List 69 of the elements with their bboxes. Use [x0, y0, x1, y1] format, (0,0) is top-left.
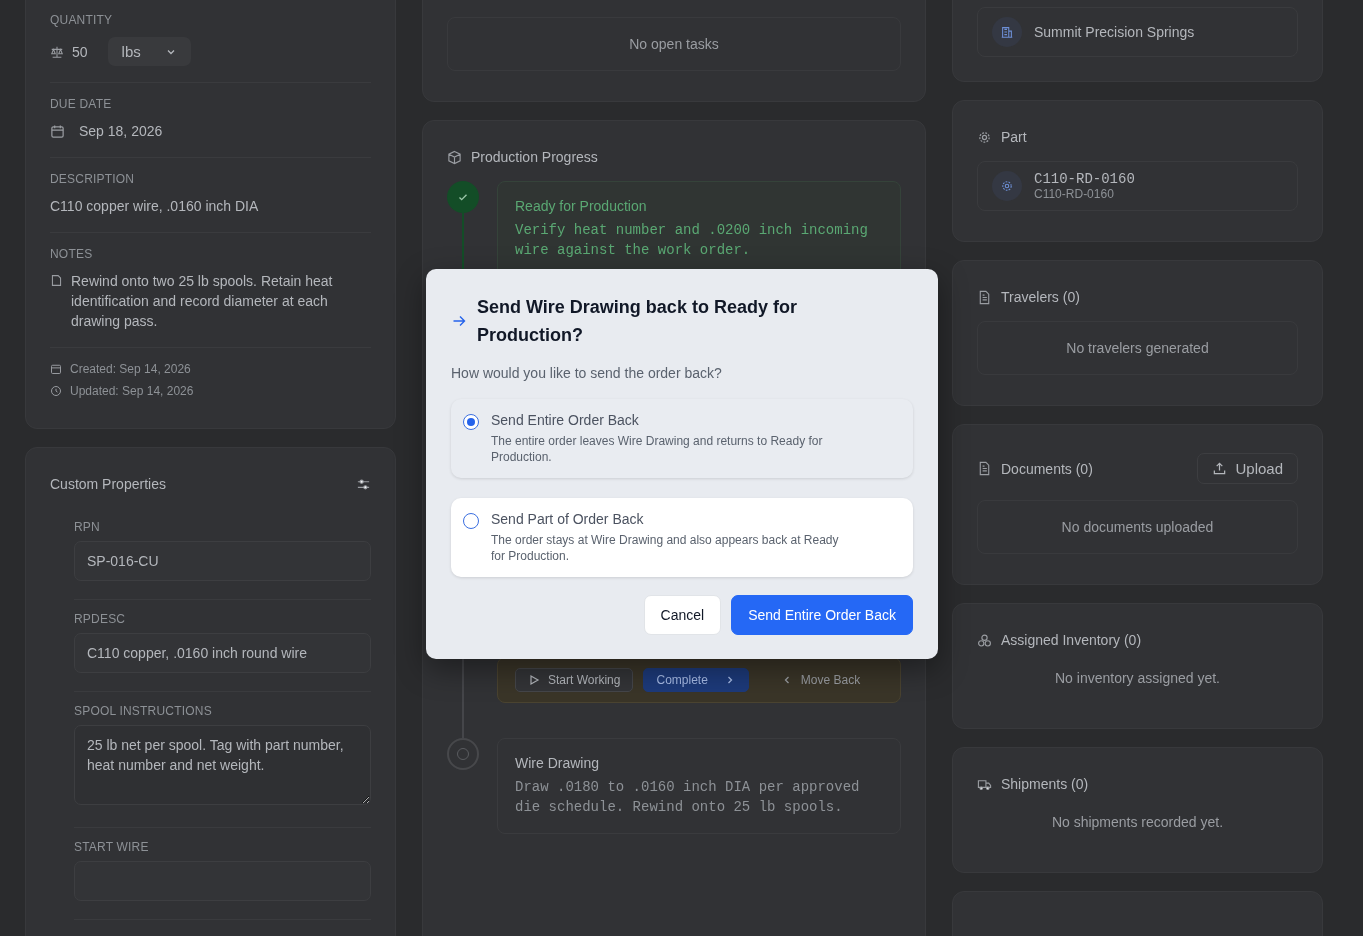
empty-state: No inventory assigned yet.: [1054, 669, 1221, 688]
option-description: The entire order leaves Wire Drawing and returns to Ready for Production.: [491, 433, 824, 465]
card-title: Travelers (0): [1001, 289, 1080, 305]
confirm-button[interactable]: Send Entire Order Back: [731, 595, 913, 635]
cube-icon: [447, 149, 462, 165]
due-date-value: Sep 18, 2026: [79, 122, 163, 141]
start-button[interactable]: Start Working: [515, 668, 634, 692]
field-label: QUANTITY: [50, 13, 114, 27]
dialog-prompt: How would you like to send the order back?: [451, 365, 723, 381]
option-description: The order stays at Wire Drawing and also appears back at Ready for Production.: [491, 532, 840, 564]
card-title: Custom Properties: [50, 476, 166, 492]
note-icon: [50, 274, 63, 287]
field-label: START WIRE: [74, 840, 150, 854]
upload-button[interactable]: Upload: [1197, 453, 1298, 484]
field-label: RPDESC: [74, 612, 127, 626]
gear-icon: [977, 129, 992, 145]
notes-text: Rewind onto two 25 lb spools. Retain heat identification and record diameter at each drawing pass.: [71, 272, 334, 331]
radio-option[interactable]: Send Part of Order Back The order stays at Wire Drawing and also appears back at Ready for Production.: [451, 498, 913, 577]
step-instructions: Verify heat number and .0200 inch incoming wire against the work order.: [515, 221, 869, 260]
empty-state: No shipments recorded yet.: [1050, 813, 1225, 832]
radio-button[interactable]: [463, 414, 479, 430]
updated-date: Updated: Sep 14, 2026: [70, 384, 194, 398]
arrow-right-icon: [451, 313, 467, 329]
unit-select[interactable]: lbs: [107, 37, 191, 66]
empty-state: No travelers generated: [977, 321, 1298, 375]
description-text: C110 copper wire, .0160 inch DIA: [50, 197, 260, 216]
gear-icon: [1000, 179, 1014, 193]
input-field[interactable]: C110 copper, .0160 inch round wire: [74, 633, 371, 673]
part-item[interactable]: C110-RD-0160 C110-RD-0160: [977, 161, 1298, 211]
card-title: Assigned Inventory (0): [1001, 632, 1142, 648]
calendar-icon: [50, 363, 62, 375]
field-label: RPN: [74, 520, 101, 534]
document-icon: [977, 289, 992, 305]
scale-icon: [50, 44, 64, 59]
clock-icon: [50, 385, 62, 397]
option-label: Send Part of Order Back: [491, 511, 645, 527]
complete-button[interactable]: Complete: [643, 668, 749, 692]
upload-icon: [1212, 461, 1228, 476]
customer-item[interactable]: Summit Precision Springs: [977, 7, 1298, 57]
card-title: Shipments (0): [1001, 776, 1089, 792]
cancel-button[interactable]: Cancel: [643, 595, 722, 635]
step-name: Ready for Production: [515, 198, 648, 214]
card-title: Part: [1001, 129, 1027, 145]
input-field[interactable]: SP-016-CU: [74, 541, 371, 581]
play-icon: [528, 674, 540, 686]
sliders-icon[interactable]: [356, 476, 371, 492]
part-subtitle: C110-RD-0160: [1034, 187, 1115, 201]
option-label: Send Entire Order Back: [491, 412, 640, 428]
card-title: Production Progress: [471, 149, 598, 165]
step-name: Wire Drawing: [515, 755, 600, 771]
created-date: Created: Sep 14, 2026: [70, 362, 191, 376]
radio-option[interactable]: Send Entire Order Back The entire order leaves Wire Drawing and returns to Ready for Production.: [451, 399, 913, 478]
boxes-icon: [977, 632, 992, 648]
quantity-value: 50: [72, 42, 88, 62]
empty-state: No open tasks: [447, 17, 901, 71]
empty-state: No documents uploaded: [977, 500, 1298, 554]
input-field[interactable]: 25 lb net per spool. Tag with part number, heat number and net weight.: [74, 725, 371, 805]
back-button[interactable]: Move Back: [768, 668, 873, 692]
field-label: SPOOL INSTRUCTIONS: [74, 704, 213, 718]
radio-button[interactable]: [463, 513, 479, 529]
document-icon: [977, 461, 992, 476]
card-title: Documents (0): [1001, 460, 1093, 477]
building-icon: [1000, 25, 1014, 39]
calendar-icon: [50, 123, 65, 139]
step-instructions: Draw .0180 to .0160 inch DIA per approved die schedule. Rewind onto 25 lb spools.: [515, 778, 861, 817]
field-label: DESCRIPTION: [50, 172, 136, 186]
field-label: NOTES: [50, 247, 94, 261]
dialog-title: Send Wire Drawing back to Ready for Production?: [477, 296, 798, 347]
field-label: DUE DATE: [50, 97, 113, 111]
